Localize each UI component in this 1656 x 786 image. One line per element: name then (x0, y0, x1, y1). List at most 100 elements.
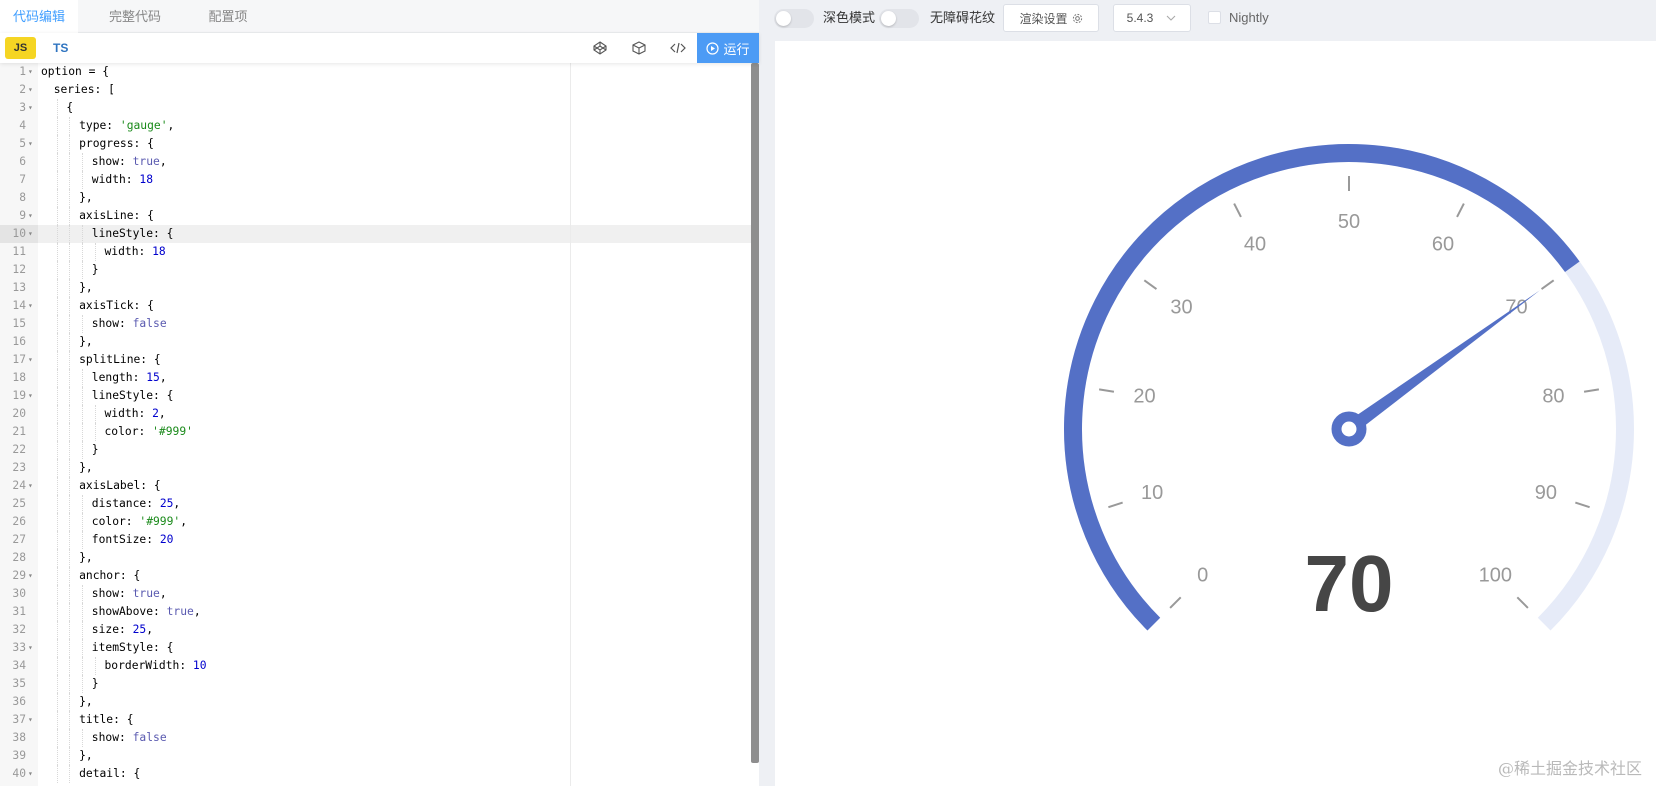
version-select[interactable]: 5.4.3 (1113, 4, 1191, 32)
fold-arrow-icon[interactable]: ▾ (28, 135, 33, 153)
indent-guide (56, 729, 58, 747)
indent-guide (56, 711, 58, 729)
fold-arrow-icon[interactable]: ▾ (28, 639, 33, 657)
code-text: }, (79, 551, 93, 564)
code-text: }, (79, 281, 93, 294)
line-number: 11 (12, 245, 26, 258)
indent-guide (56, 495, 58, 513)
dark-mode-toggle[interactable] (774, 9, 814, 28)
indent-guide (69, 549, 71, 567)
indent-guide (56, 585, 58, 603)
fold-arrow-icon[interactable]: ▾ (28, 63, 33, 81)
indent-guide (69, 585, 71, 603)
dark-mode-label: 深色模式 (823, 10, 876, 25)
indent-guide (56, 459, 58, 477)
indent-guide (56, 747, 58, 765)
code-line: 6 show: true, (0, 153, 751, 171)
gauge-split-line (1098, 388, 1115, 393)
fold-arrow-icon[interactable]: ▾ (28, 351, 33, 369)
code-text: } (91, 263, 99, 276)
fold-arrow-icon[interactable]: ▾ (28, 99, 33, 117)
fold-arrow-icon[interactable]: ▾ (28, 225, 33, 243)
code-text: show: true, (91, 155, 167, 168)
indent-guide (56, 351, 58, 369)
nightly-checkbox[interactable] (1208, 11, 1221, 24)
code-text: }, (79, 695, 93, 708)
indent-guide (56, 261, 58, 279)
indent-guide (56, 225, 58, 243)
lang-js-button[interactable]: JS (5, 37, 36, 59)
code-text: }, (79, 335, 93, 348)
fold-arrow-icon[interactable]: ▾ (28, 477, 33, 495)
indent-guide (56, 207, 58, 225)
indent-guide (69, 675, 71, 693)
indent-guide (56, 531, 58, 549)
codepen-icon[interactable] (589, 37, 611, 59)
code-text: series: [ (53, 83, 115, 96)
fold-arrow-icon[interactable]: ▾ (28, 387, 33, 405)
lang-ts-button[interactable]: TS (53, 37, 68, 59)
fold-arrow-icon[interactable]: ▾ (28, 81, 33, 99)
editor-tabbar: 代码编辑 完整代码 配置项 (0, 0, 759, 33)
code-line: 32 size: 25, (0, 621, 751, 639)
indent-guide (82, 225, 84, 243)
code-text: color: '#999', (91, 515, 188, 528)
line-number: 36 (12, 695, 26, 708)
editor-panel: 代码编辑 完整代码 配置项 JS TS 运行 1 ▾ option = {2 … (0, 0, 759, 786)
gauge-tick-label: 40 (1244, 234, 1266, 256)
code-text: axisLine: { (79, 209, 154, 222)
code-line: 18 length: 15, (0, 369, 751, 387)
play-icon (706, 41, 720, 55)
fold-arrow-icon[interactable]: ▾ (28, 297, 33, 315)
fold-arrow-icon[interactable]: ▾ (28, 567, 33, 585)
indent-guide (56, 675, 58, 693)
indent-guide (82, 639, 84, 657)
code-text: } (91, 443, 99, 456)
code-line: 35} (0, 675, 751, 693)
accessible-pattern-toggle[interactable] (879, 9, 919, 28)
code-text: width: 18 (91, 173, 154, 186)
code-text: }, (79, 191, 93, 204)
code-line: 9 ▾ axisLine: { (0, 207, 751, 225)
code-text: anchor: { (79, 569, 141, 582)
indent-guide (69, 603, 71, 621)
indent-guide (69, 117, 71, 135)
code-line: 22} (0, 441, 751, 459)
indent-guide (56, 387, 58, 405)
code-text: splitLine: { (79, 353, 161, 366)
tab-config[interactable]: 配置项 (189, 0, 267, 33)
fold-arrow-icon[interactable]: ▾ (28, 711, 33, 729)
code-text: itemStyle: { (91, 641, 174, 654)
line-number: 12 (12, 263, 26, 276)
code-text: progress: { (79, 137, 154, 150)
fold-arrow-icon[interactable]: ▾ (28, 207, 33, 225)
code-text: type: 'gauge', (79, 119, 175, 132)
indent-guide (82, 171, 84, 189)
code-line: 36}, (0, 693, 751, 711)
codesandbox-icon[interactable] (628, 37, 650, 59)
indent-guide (82, 603, 84, 621)
indent-guide (56, 153, 58, 171)
editor-scrollbar[interactable] (751, 63, 759, 763)
code-editor[interactable]: 1 ▾ option = {2 ▾ series: [3 ▾{4 type: 'gauge'… (0, 63, 751, 786)
code-format-icon[interactable] (667, 37, 689, 59)
line-number: 40 (12, 767, 26, 780)
render-settings-button[interactable]: 渲染设置 (1003, 4, 1099, 32)
code-text: borderWidth: 10 (104, 659, 207, 672)
indent-guide (69, 765, 71, 783)
code-text: size: 25, (91, 623, 154, 636)
code-line: 10 ▾ lineStyle: { (0, 225, 751, 243)
indent-guide (82, 585, 84, 603)
tab-code-edit[interactable]: 代码编辑 (0, 0, 78, 33)
code-line: 20 width: 2, (0, 405, 751, 423)
indent-guide (69, 135, 71, 153)
indent-guide (82, 495, 84, 513)
indent-guide (56, 189, 58, 207)
indent-guide (69, 351, 71, 369)
line-number: 30 (12, 587, 26, 600)
fold-arrow-icon[interactable]: ▾ (28, 765, 33, 783)
run-button[interactable]: 运行 (697, 33, 759, 63)
gauge-split-line (1143, 279, 1158, 290)
tab-full-code[interactable]: 完整代码 (96, 0, 174, 33)
indent-guide (69, 153, 71, 171)
